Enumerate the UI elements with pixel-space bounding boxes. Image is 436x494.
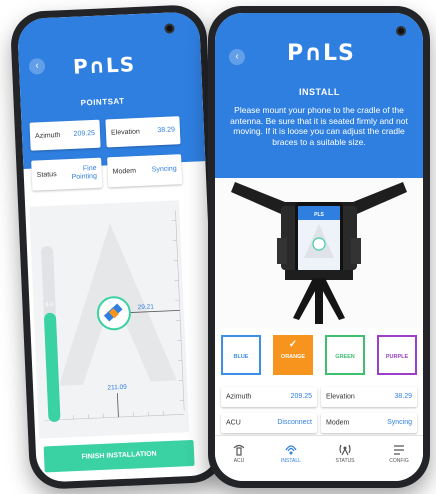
install-screen: ‹ P∩LS INSTALL Please mount your phone t… (215, 13, 423, 481)
status-value-line2: Pointing (71, 172, 98, 181)
color-option-label: PURPLE (385, 354, 409, 360)
phone-install: ‹ P∩LS INSTALL Please mount your phone t… (208, 6, 430, 488)
elevation-label: Elevation (326, 393, 355, 401)
status-icon (339, 444, 351, 456)
modem-label: Modem (326, 419, 350, 427)
azimuth-value: 209.25 (73, 129, 96, 138)
color-selector: BLUE ✓ ORANGE GREEN PURPLE (221, 335, 417, 379)
elevation-value: 38.29 (157, 126, 176, 135)
front-camera (396, 26, 406, 36)
install-instructions: Please mount your phone to the cradle of… (230, 105, 408, 147)
cradle-phone-logo: PLS (314, 212, 324, 218)
install-header: ‹ P∩LS INSTALL Please mount your phone t… (215, 13, 423, 178)
check-icon: ✓ (288, 339, 298, 350)
pointing-gauge-graphic: 9.0 29.21 211.09 (41, 210, 185, 422)
azimuth-readout: 211.09 (107, 384, 127, 392)
status-label: Status (36, 171, 57, 179)
color-option-label: GREEN (335, 354, 355, 360)
page-title: POINTSAT (80, 96, 125, 108)
color-option-green[interactable]: GREEN (325, 335, 365, 375)
nav-item-acu[interactable]: ACU (219, 442, 259, 464)
phone-pointsat: ‹ P∩LS POINTSAT Azimuth 209.25 Elevation… (9, 3, 227, 491)
azimuth-label: Azimuth (226, 393, 252, 401)
horizontal-scale (44, 411, 185, 421)
nav-label: ACU (233, 458, 245, 464)
status-value-line1: Fine (82, 164, 97, 173)
back-button[interactable]: ‹ (229, 49, 245, 65)
modem-value: Syncing (151, 165, 177, 174)
elevation-card: Elevation 38.29 (321, 387, 417, 407)
acu-icon (233, 444, 245, 456)
nav-label: INSTALL (281, 458, 301, 464)
acu-label: ACU (226, 419, 241, 427)
azimuth-card: Azimuth 209.25 (221, 387, 317, 407)
status-value: Fine Pointing (71, 165, 97, 182)
nav-item-config[interactable]: CONFIG (379, 442, 419, 464)
modem-card: Modem Syncing (321, 413, 417, 433)
nav-item-install[interactable]: INSTALL (271, 442, 311, 464)
azimuth-card: Azimuth 209.25 (29, 119, 101, 151)
page-title: INSTALL (299, 87, 340, 97)
back-button[interactable]: ‹ (28, 58, 46, 75)
antenna-cradle-photo: PLS (215, 178, 423, 328)
color-option-label: BLUE (233, 354, 249, 360)
bottom-navigation: ACU INSTALL STATUS CONFIG (215, 435, 423, 481)
acu-card: ACU Disconnect (221, 413, 317, 433)
product-showcase: ‹ P∩LS POINTSAT Azimuth 209.25 Elevation… (0, 0, 436, 494)
pointing-gauge: 9.0 29.21 211.09 (29, 200, 190, 439)
finish-installation-button[interactable]: FINISH INSTALLATION (43, 439, 195, 473)
modem-card: Modem Syncing (107, 154, 183, 188)
nav-label: STATUS (335, 458, 355, 464)
color-option-purple[interactable]: PURPLE (377, 335, 417, 375)
install-icon (285, 445, 297, 455)
elevation-value: 38.29 (394, 393, 412, 400)
modem-value: Syncing (387, 419, 412, 426)
pls-logo: P∩LS (287, 41, 355, 66)
pointsat-screen: ‹ P∩LS POINTSAT Azimuth 209.25 Elevation… (16, 11, 220, 483)
nav-label: CONFIG (389, 458, 409, 464)
config-icon (394, 445, 404, 455)
signal-bar-value: 9.0 (45, 302, 54, 308)
pls-logo: P∩LS (72, 52, 136, 79)
azimuth-value: 209.25 (290, 393, 312, 400)
nav-item-status[interactable]: STATUS (325, 442, 365, 464)
elevation-card: Elevation 38.29 (105, 116, 181, 148)
azimuth-label: Azimuth (34, 131, 61, 141)
elevation-readout: 29.21 (138, 303, 155, 311)
acu-value: Disconnect (277, 419, 312, 426)
signal-bar-fill (44, 312, 61, 422)
color-option-orange[interactable]: ✓ ORANGE (273, 335, 313, 375)
color-option-blue[interactable]: BLUE (221, 335, 261, 375)
azimuth-pointer (116, 393, 119, 418)
status-card: Status Fine Pointing (31, 157, 103, 191)
modem-label: Modem (112, 167, 137, 176)
satellite-icon (96, 296, 131, 331)
elevation-label: Elevation (110, 128, 140, 137)
antenna-cradle-image: PLS (231, 182, 407, 324)
